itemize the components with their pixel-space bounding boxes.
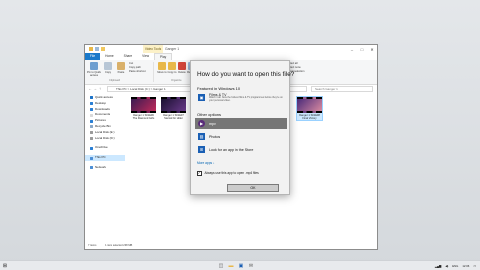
paste-shortcut-button[interactable]: Paste shortcut [129,70,146,74]
window-title: Ganger 1 [165,47,180,51]
navigation-pane: Quick access Desktop Downloads Documents… [85,95,125,243]
tab-play[interactable]: Play [154,53,173,60]
network-tray-icon[interactable]: ▂▄▆ [435,263,441,269]
star-icon [90,96,93,100]
drive-icon [90,136,93,140]
task-view-icon[interactable]: ◫ [218,263,224,269]
tab-view[interactable]: View [137,53,154,60]
video-tools-context-tab[interactable]: Video Tools [143,45,163,53]
other-options-heading: Other options [197,112,222,117]
download-icon [90,107,93,111]
nav-item-onedrive[interactable]: OneDrive [85,145,125,151]
maximize-button[interactable]: □ [357,45,367,53]
paste-icon [117,62,125,70]
ok-button[interactable]: OK [227,184,279,192]
option-mpv[interactable]: ▶ mpv [195,118,287,129]
desktop-icon [90,102,93,106]
file-explorer-taskbar-icon[interactable]: ▬ [228,263,234,269]
system-tray: ▂▄▆ ◀) ENG 12:06 ▭ [435,263,476,269]
drive-icon [90,131,93,135]
more-apps-link[interactable]: More apps ↓ [197,161,215,165]
copy-icon [104,62,112,70]
always-use-label: Always use this app to open .mp4 files [204,171,259,176]
mpv-icon: ▶ [198,120,205,127]
option-films-tv[interactable]: ▣ Films & TV Watch it all. Now the hotte… [195,92,287,106]
quick-access-toolbar [89,47,105,51]
nav-item-local-disk-d[interactable]: Local Disk (D:) [85,136,125,142]
close-button[interactable]: ✕ [367,45,377,53]
pin-icon [90,62,98,70]
ribbon-separator [153,62,154,82]
item-count: 7 items [88,244,97,247]
computer-icon [90,156,93,160]
nav-item-this-pc[interactable]: This PC [85,155,125,161]
pin-quick-access-button[interactable]: Pin to Quick access [87,62,101,77]
films-tv-icon: ▣ [198,94,205,101]
cloud-icon [90,146,93,150]
forward-arrow-icon[interactable]: → [93,86,97,91]
store-taskbar-icon[interactable]: ▣ [238,263,244,269]
notification-icon[interactable]: ▭ [473,263,476,269]
video-file-item-selected[interactable]: Danger 1 S01E08 Final Victory [296,96,323,121]
volume-tray-icon[interactable]: ◀) [445,263,448,269]
recycle-bin-icon [90,125,93,129]
title-bar[interactable]: Video Tools Ganger 1 – □ ✕ [85,45,377,53]
start-button[interactable]: ⊞ [2,263,8,269]
copy-button[interactable]: Copy [101,62,115,74]
taskbar: ⊞ ◫ ▬ ▣ ✉ ▂▄▆ ◀) ENG 12:06 ▭ [0,260,480,270]
always-use-row[interactable]: ✓ Always use this app to open .mp4 files [197,171,259,176]
paste-button[interactable]: Paste [114,62,128,74]
option-store[interactable]: ⊞ Look for an app in the Store [195,144,287,155]
always-use-checkbox[interactable]: ✓ [197,171,202,176]
new-folder-icon[interactable] [101,47,105,51]
tab-file[interactable]: File [85,53,101,60]
organize-group-label: Organize [171,79,182,82]
tab-home[interactable]: Home [100,53,119,60]
back-arrow-icon[interactable]: ← [88,86,92,91]
tab-share[interactable]: Share [119,53,138,60]
dialog-title: How do you want to open this file? [197,71,295,78]
selection-info: 1 item selected 238 MB [105,244,133,247]
up-arrow-icon[interactable]: ↑ [99,86,101,91]
video-thumbnail [131,97,156,113]
properties-icon[interactable] [95,47,99,51]
status-bar: 7 items 1 item selected 238 MB [85,243,377,249]
pictures-icon [90,119,93,123]
video-file-item[interactable]: Danger 1 S01E07 Steroid for Hitler [161,97,186,120]
document-icon [90,113,93,117]
video-thumbnail [297,97,322,113]
clock[interactable]: 12:06 [462,263,469,269]
clipboard-group-label: Clipboard [109,79,121,82]
mail-taskbar-icon[interactable]: ✉ [248,263,254,269]
network-icon [90,166,93,170]
language-indicator[interactable]: ENG [452,263,458,269]
video-thumbnail [161,97,186,113]
option-photos[interactable]: ▧ Photos [195,131,287,142]
store-icon: ⊞ [198,146,205,153]
video-file-item[interactable]: Danger 1 S01E06 The Diamond Girls [131,97,156,120]
search-input[interactable]: Search Ganger 1 [311,86,373,92]
nav-item-network[interactable]: Network [85,165,125,171]
open-with-dialog: How do you want to open this file? Featu… [190,60,294,195]
featured-heading: Featured in Windows 10 [197,86,241,91]
photos-icon: ▧ [198,133,205,140]
minimize-button[interactable]: – [347,45,357,53]
folder-icon [89,47,93,51]
